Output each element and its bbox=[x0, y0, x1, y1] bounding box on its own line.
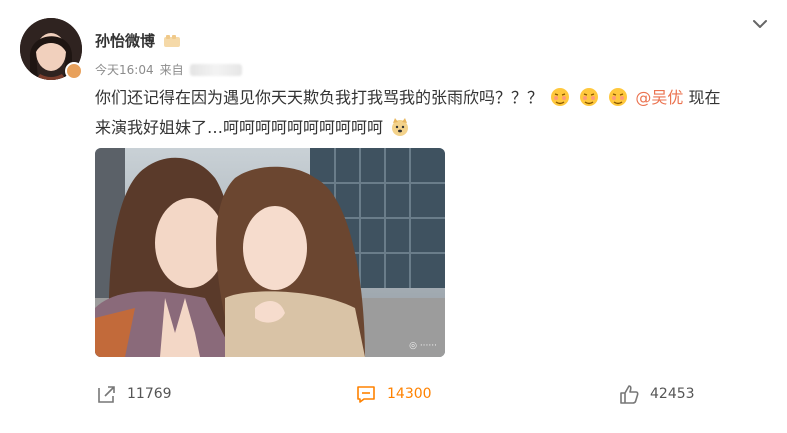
mention-link[interactable]: @吴优 bbox=[635, 88, 683, 107]
like-count: 42453 bbox=[650, 386, 695, 402]
post-text: 你们还记得在因为遇见你天天欺负我打我骂我的张雨欣吗？？？ @吴优 现在 来演我好… bbox=[95, 83, 775, 143]
shy-emoji-icon bbox=[580, 88, 599, 106]
vip-icon[interactable] bbox=[163, 34, 181, 48]
chevron-down-icon[interactable] bbox=[750, 14, 770, 34]
like-button[interactable]: 42453 bbox=[618, 384, 695, 404]
post-meta: 今天16:04 来自 bbox=[95, 61, 242, 78]
post-text-after-mention: 现在 bbox=[683, 88, 721, 107]
shy-emoji-icon bbox=[609, 88, 628, 106]
post-source-prefix: 来自 bbox=[159, 63, 184, 77]
share-count: 11769 bbox=[127, 386, 172, 402]
post-photo[interactable]: ◎ ······ bbox=[95, 148, 445, 357]
author-name[interactable]: 孙怡微博 bbox=[95, 30, 155, 51]
post-time[interactable]: 今天16:04 bbox=[95, 61, 154, 78]
share-button[interactable]: 11769 bbox=[95, 384, 172, 404]
post-text-line1: 你们还记得在因为遇见你天天欺负我打我骂我的张雨欣吗？？？ bbox=[95, 88, 544, 107]
thumbs-up-icon bbox=[620, 385, 639, 404]
share-icon bbox=[98, 386, 115, 403]
post-text-line2: 来演我好姐妹了…呵呵呵呵呵呵呵呵呵呵 bbox=[95, 118, 384, 137]
shy-emoji-icon bbox=[551, 88, 570, 106]
photo-image bbox=[95, 148, 445, 357]
verified-badge bbox=[65, 62, 83, 80]
photo-watermark: ◎ ······ bbox=[409, 341, 437, 351]
blurred-source bbox=[189, 63, 242, 76]
comment-icon bbox=[357, 386, 375, 403]
doge-emoji-icon bbox=[392, 118, 409, 136]
comment-button[interactable]: 14300 bbox=[355, 384, 432, 404]
comment-count: 14300 bbox=[387, 386, 432, 402]
